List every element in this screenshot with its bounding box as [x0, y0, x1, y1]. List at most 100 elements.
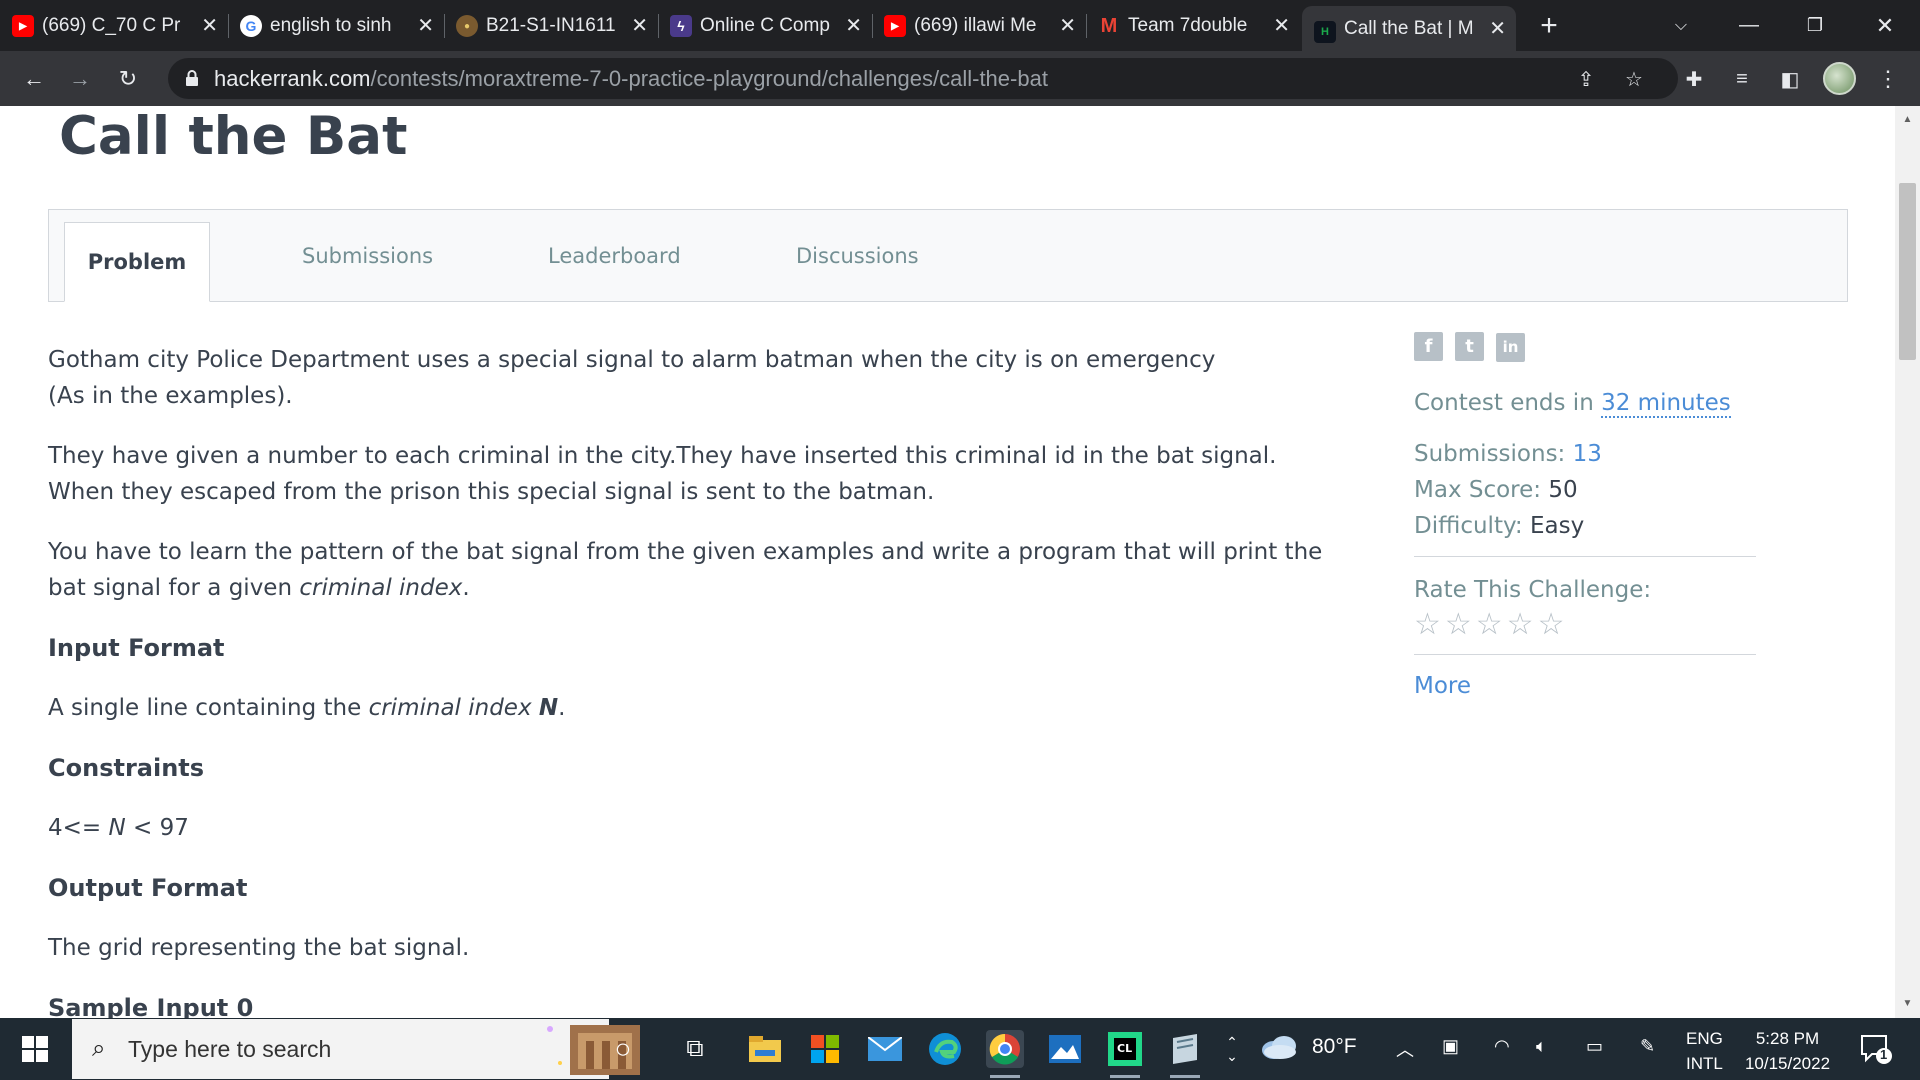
extensions-puzzle-icon[interactable]: ✚ [1680, 65, 1708, 93]
tab-submissions[interactable]: Submissions [302, 210, 433, 301]
close-tab-icon[interactable]: ✕ [845, 13, 862, 38]
problem-text: 4<= [48, 815, 109, 841]
problem-text: They have given a number to each crimina… [48, 443, 1277, 469]
tab-search-chevron-icon[interactable]: ⌵ [1652, 0, 1710, 51]
browser-tab[interactable]: G english to sinh ✕ [228, 0, 444, 51]
browser-tab-title: (669) illawi Me [914, 14, 1037, 36]
weather-widget[interactable]: 80°F [1260, 1034, 1357, 1060]
microsoft-store-icon[interactable] [806, 1030, 844, 1068]
minimize-icon[interactable]: — [1720, 0, 1778, 51]
url-path: /contests/moraxtreme-7-0-practice-playgr… [370, 65, 1048, 91]
browser-tab[interactable]: ▶ (669) illawi Me ✕ [872, 0, 1086, 51]
variable-n: N [538, 695, 559, 721]
wifi-icon[interactable]: ◠ [1494, 1036, 1510, 1057]
close-tab-icon[interactable]: ✕ [201, 13, 218, 38]
browser-tab[interactable]: ϟ Online C Comp ✕ [658, 0, 872, 51]
page-title: Call the Bat [59, 106, 408, 167]
notes-app-icon[interactable] [1166, 1030, 1204, 1078]
browser-tab-title: english to sinh [270, 14, 392, 36]
notification-count: 1 [1880, 1047, 1888, 1062]
forward-arrow-icon[interactable]: → [64, 63, 96, 95]
browser-tab-title: Call the Bat | M [1344, 17, 1474, 39]
variable-n: N [108, 815, 126, 841]
twitter-icon[interactable]: t [1455, 332, 1484, 361]
keyboard-layout: INTL [1686, 1054, 1723, 1073]
close-tab-icon[interactable]: ✕ [631, 13, 648, 38]
cortana-circle-icon[interactable]: ○ [604, 1030, 642, 1068]
pen-icon[interactable]: ✎ [1640, 1036, 1655, 1057]
tab-discussions[interactable]: Discussions [796, 210, 919, 301]
profile-avatar[interactable] [1823, 62, 1856, 95]
close-window-icon[interactable]: ✕ [1856, 0, 1914, 51]
close-tab-icon[interactable]: ✕ [417, 13, 434, 38]
browser-tab[interactable]: ▶ (669) C_70 C Pr ✕ [0, 0, 228, 51]
contest-ends: Contest ends in 32 minutes [1414, 390, 1756, 418]
browser-tab-active[interactable]: H Call the Bat | M ✕ [1302, 6, 1516, 51]
stat-max-score: Max Score: 50 [1414, 472, 1756, 508]
problem-paragraph: You have to learn the pattern of the bat… [48, 534, 1348, 606]
page-viewport: Call the Bat Problem Submissions Leaderb… [0, 106, 1895, 1018]
scroll-down-arrow-icon[interactable]: ▼ [1902, 998, 1913, 1009]
linkedin-icon[interactable]: in [1496, 333, 1525, 362]
contest-ends-time[interactable]: 32 minutes [1601, 390, 1731, 418]
taskbar-search-box[interactable]: ⌕ Type here to search [72, 1019, 640, 1079]
more-link[interactable]: More [1414, 673, 1756, 699]
stat-value: 50 [1548, 477, 1578, 503]
youtube-icon: ▶ [884, 15, 906, 37]
problem-text: When they escaped from the prison this s… [48, 479, 935, 505]
facebook-icon[interactable]: f [1414, 332, 1443, 361]
battery-icon[interactable]: ▭ [1586, 1036, 1603, 1057]
meet-now-icon[interactable]: ▣ [1442, 1036, 1459, 1057]
cloud-icon [1262, 1036, 1296, 1059]
challenge-tab-bar: Problem Submissions Leaderboard Discussi… [48, 209, 1848, 302]
windows-start-button[interactable] [12, 1032, 58, 1066]
reload-icon[interactable]: ↻ [112, 63, 144, 95]
edge-browser-icon[interactable] [926, 1030, 964, 1068]
tray-chevron-icon[interactable]: ︿ [1396, 1036, 1414, 1062]
close-tab-icon[interactable]: ✕ [1489, 16, 1506, 41]
clion-icon[interactable]: CL [1106, 1030, 1144, 1078]
mail-icon[interactable] [866, 1030, 904, 1068]
restore-icon[interactable]: ❐ [1786, 0, 1844, 51]
side-panel-icon[interactable]: ◧ [1776, 65, 1804, 93]
chrome-browser-icon[interactable] [986, 1030, 1024, 1078]
file-explorer-icon[interactable] [746, 1030, 784, 1068]
tab-leaderboard[interactable]: Leaderboard [548, 210, 681, 301]
youtube-icon: ▶ [12, 15, 34, 37]
clock-time: 5:28 PM [1755, 1029, 1820, 1048]
share-icon[interactable]: ⇪ [1572, 65, 1600, 93]
back-arrow-icon[interactable]: ← [18, 63, 50, 95]
browser-tab[interactable]: M Team 7double ✕ [1086, 0, 1300, 51]
submissions-count-link[interactable]: 13 [1573, 441, 1602, 467]
browser-tab-title: Team 7double [1128, 14, 1248, 36]
tab-problem[interactable]: Problem [64, 222, 210, 302]
more-menu-icon[interactable]: ⋮ [1874, 65, 1902, 93]
taskbar-overflow-chevron-icon[interactable]: ⌃ ⌄ [1220, 1030, 1244, 1068]
rating-stars[interactable]: ☆☆☆☆☆ [1414, 607, 1756, 642]
sample-input-heading: Sample Input 0 [48, 994, 254, 1018]
windows-logo-icon [22, 1036, 48, 1062]
volume-icon[interactable]: 🔈︎ [1536, 1036, 1547, 1057]
stat-label: Submissions: [1414, 441, 1573, 467]
close-tab-icon[interactable]: ✕ [1273, 13, 1290, 38]
output-format-text: The grid representing the bat signal. [48, 935, 470, 961]
new-tab-button[interactable]: + [1520, 0, 1578, 51]
input-language-indicator[interactable]: ENG INTL [1686, 1026, 1723, 1076]
close-tab-icon[interactable]: ✕ [1059, 13, 1076, 38]
browser-tab[interactable]: ● B21-S1-IN1611 ✕ [444, 0, 658, 51]
divider [1414, 654, 1756, 655]
search-icon: ⌕ [92, 1035, 106, 1062]
notification-center-button[interactable]: 1 [1858, 1032, 1892, 1066]
photos-icon[interactable] [1046, 1030, 1084, 1068]
problem-text: . [558, 695, 566, 721]
problem-emphasis: criminal index [368, 695, 532, 721]
reading-list-icon[interactable]: ≡ [1728, 65, 1756, 93]
scroll-up-arrow-icon[interactable]: ▲ [1902, 114, 1913, 125]
uni-crest-icon: ● [456, 15, 478, 37]
page-scrollbar[interactable]: ▲ ▼ [1895, 106, 1920, 1018]
task-view-icon[interactable]: ⧉ [676, 1030, 714, 1068]
scrollbar-thumb[interactable] [1899, 183, 1916, 360]
system-clock[interactable]: 5:28 PM 10/15/2022 [1740, 1026, 1835, 1076]
bookmark-star-icon[interactable]: ☆ [1620, 65, 1648, 93]
address-bar[interactable]: hackerrank.com/contests/moraxtreme-7-0-p… [168, 58, 1678, 99]
